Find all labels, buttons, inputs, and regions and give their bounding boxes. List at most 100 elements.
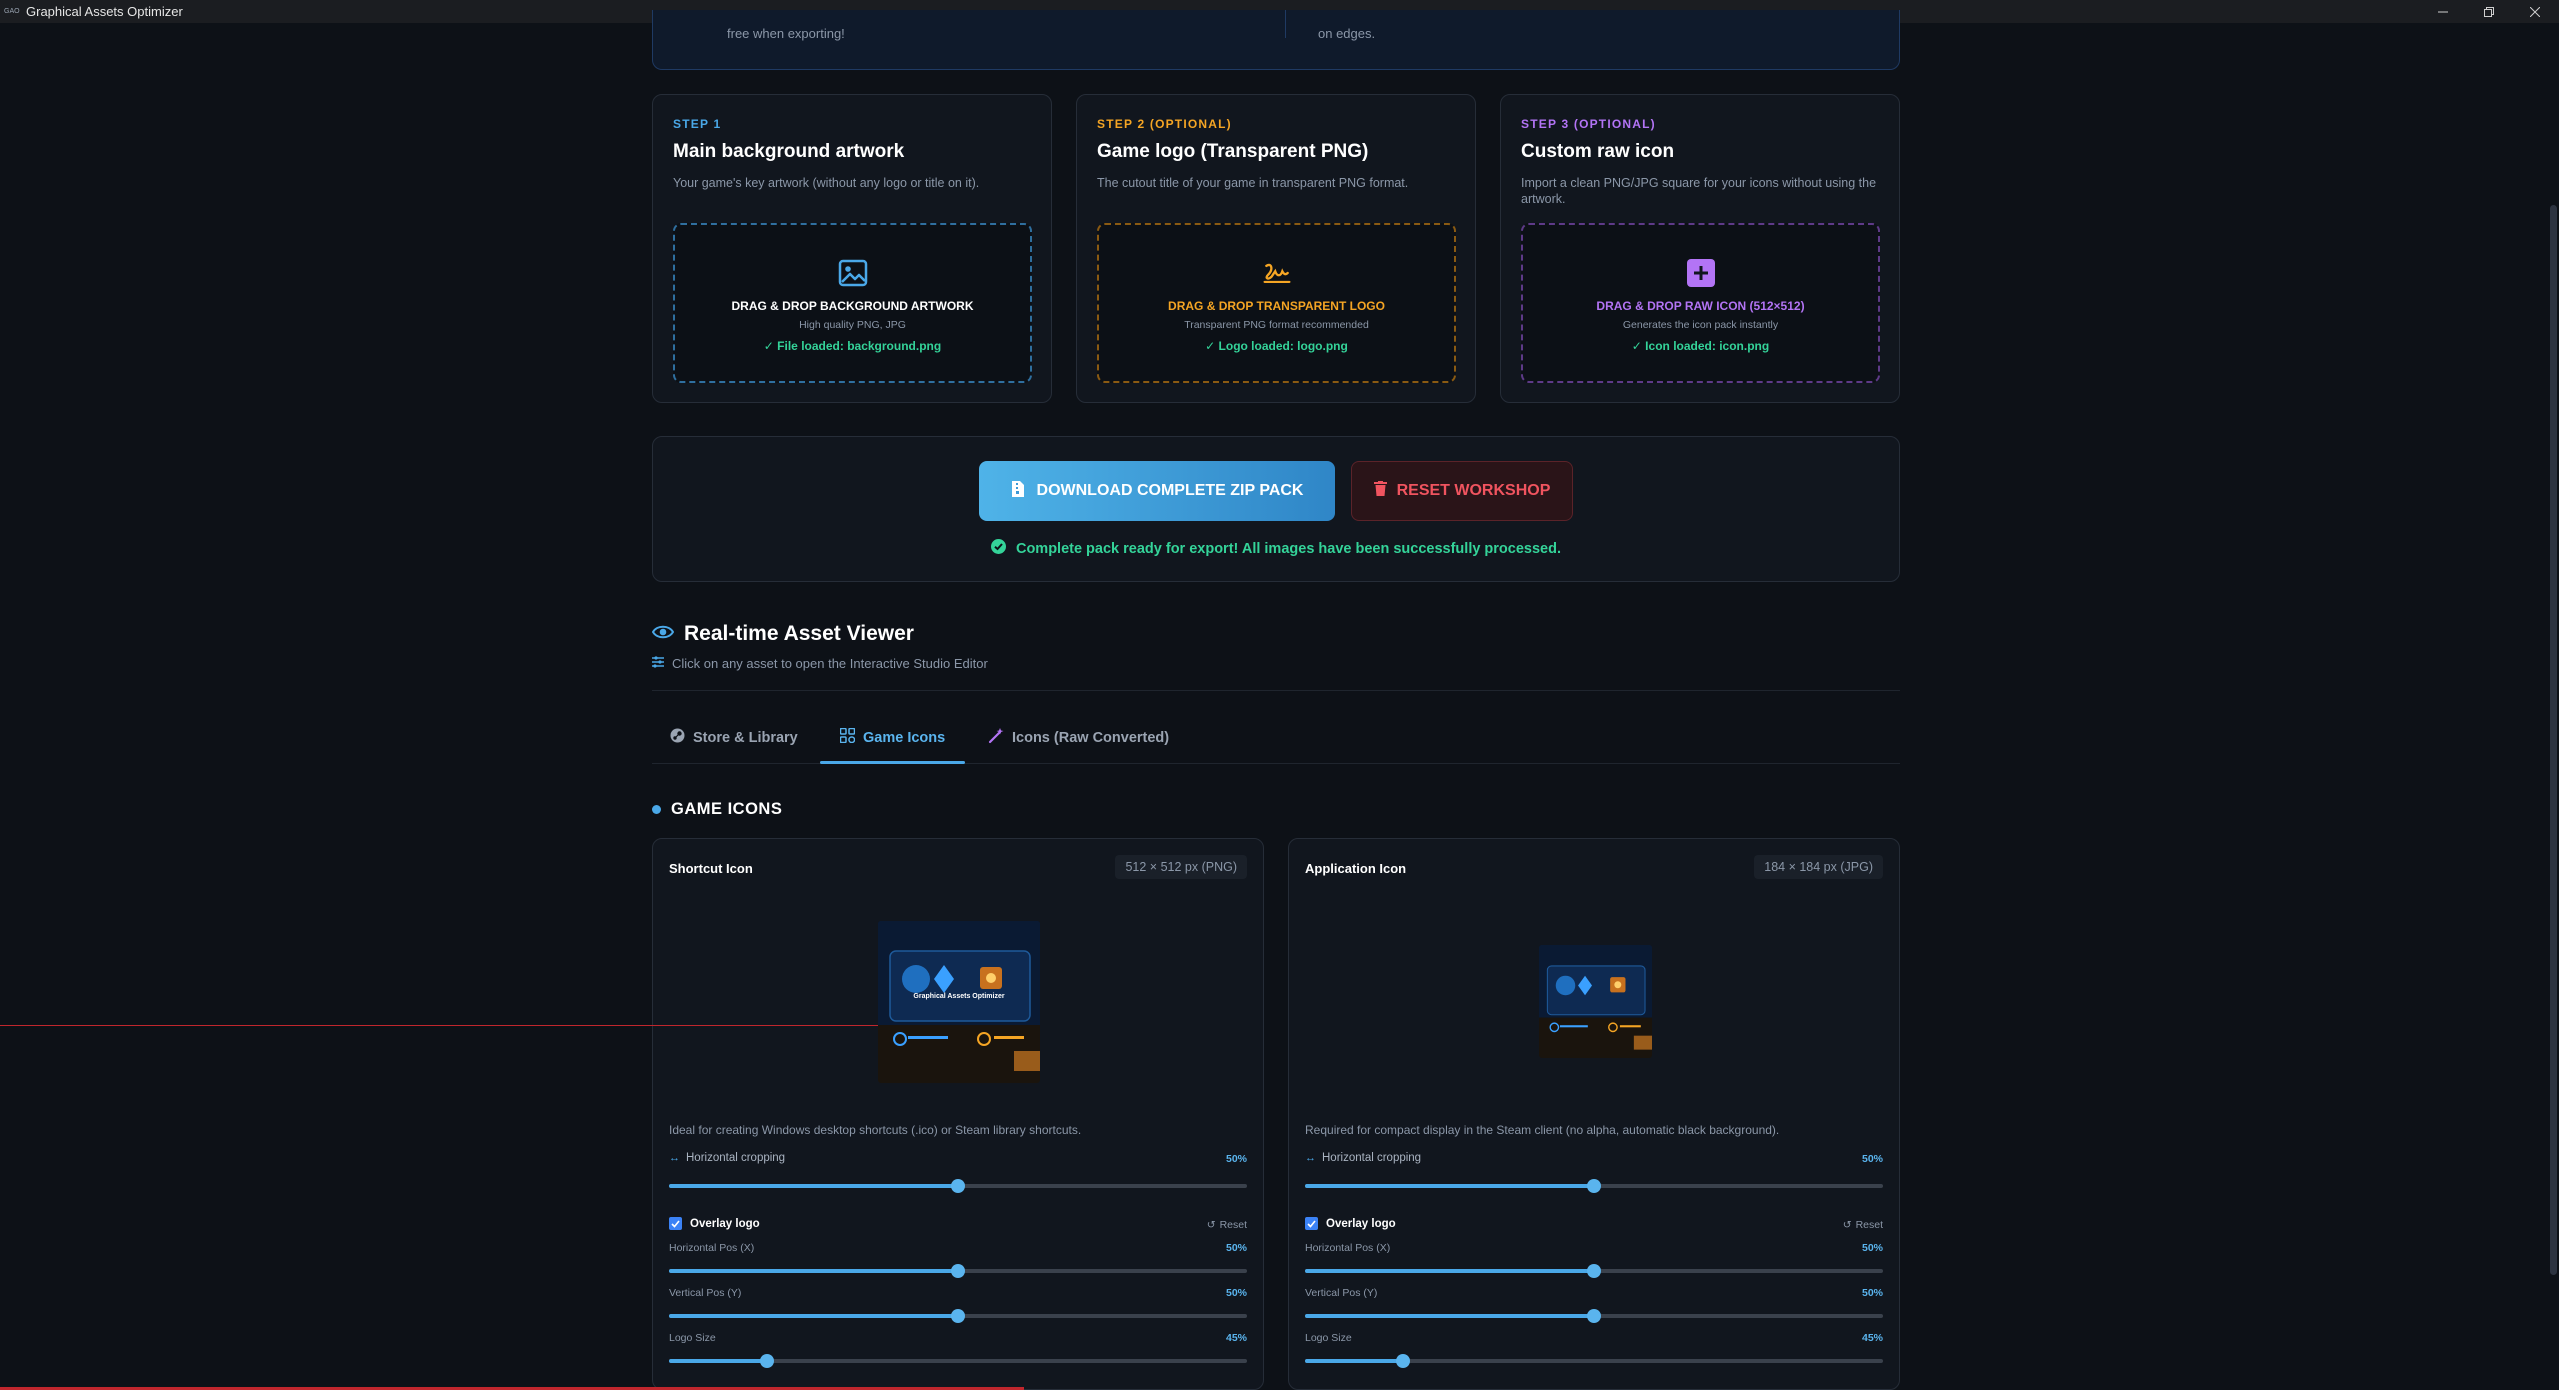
export-ready-message: Complete pack ready for export! All imag…	[653, 539, 1899, 558]
pos-y-slider[interactable]	[1305, 1309, 1883, 1323]
hcrop-label: Horizontal cropping	[1322, 1152, 1422, 1164]
reset-label: RESET WORKSHOP	[1396, 482, 1551, 499]
slider-thumb[interactable]	[951, 1264, 965, 1278]
slider-thumb[interactable]	[1587, 1309, 1601, 1323]
hcrop-slider[interactable]	[669, 1179, 1247, 1193]
hcrop-value: 50%	[1861, 1153, 1883, 1165]
tab-icons-raw-converted[interactable]: Icons (Raw Converted)	[988, 728, 1169, 748]
step-description: The cutout title of your game in transpa…	[1097, 176, 1409, 190]
application-icon-card[interactable]: Application Icon 184 × 184 px (JPG) Requ…	[1288, 838, 1900, 1390]
section-title: GAME ICONS	[671, 800, 783, 818]
overlay-logo-toggle[interactable]: Overlay logo	[1305, 1217, 1396, 1230]
undo-icon: ↺	[1206, 1219, 1216, 1231]
viewer-subtitle-row: Click on any asset to open the Interacti…	[652, 656, 988, 671]
plus-square-icon	[1685, 257, 1717, 289]
info-divider	[1285, 10, 1286, 38]
slider-thumb[interactable]	[760, 1354, 775, 1368]
pos-y-slider[interactable]	[669, 1309, 1247, 1323]
undo-icon: ↺	[1842, 1219, 1852, 1231]
size-badge: 184 × 184 px (JPG)	[1754, 855, 1883, 879]
preview-logo-caption: Graphical Assets Optimizer	[913, 993, 1005, 1000]
export-panel: DOWNLOAD COMPLETE ZIP PACK RESET WORKSHO…	[652, 436, 1900, 582]
dropzone-status: ✓ File loaded: background.png	[763, 339, 942, 353]
shortcut-icon-preview[interactable]: Graphical Assets Optimizer	[878, 921, 1040, 1083]
hcrop-slider[interactable]	[1305, 1179, 1883, 1193]
signature-icon	[1261, 257, 1293, 289]
close-icon[interactable]	[2512, 0, 2558, 23]
logo-size-slider[interactable]	[1305, 1354, 1883, 1368]
asset-tabs: Store & Library Game Icons Icons (Raw Co…	[652, 710, 1900, 764]
card-title: Application Icon	[1305, 861, 1407, 876]
dropzone-title: DRAG & DROP TRANSPARENT LOGO	[1168, 299, 1385, 313]
tab-store-library[interactable]: Store & Library	[670, 728, 798, 747]
divider	[652, 690, 1900, 691]
pos-y-label: Vertical Pos (Y)	[669, 1287, 742, 1299]
dropzone-raw-icon[interactable]: DRAG & DROP RAW ICON (512×512) Generates…	[1521, 223, 1880, 383]
dropzone-status: ✓ Icon loaded: icon.png	[1631, 339, 1770, 353]
trash-icon	[1373, 481, 1387, 501]
image-icon	[837, 257, 869, 289]
overlay-logo-checkbox[interactable]	[669, 1217, 682, 1230]
dropzone-status: ✓ Logo loaded: logo.png	[1205, 339, 1348, 353]
tab-game-icons[interactable]: Game Icons	[839, 727, 946, 747]
overlay-logo-toggle[interactable]: Overlay logo	[669, 1217, 760, 1230]
dropzone-background-artwork[interactable]: DRAG & DROP BACKGROUND ARTWORK High qual…	[673, 223, 1032, 383]
reset-overlay-button[interactable]: ↺ Reset	[1207, 1219, 1247, 1231]
tab-label: Game Icons	[863, 729, 946, 746]
download-zip-button[interactable]: DOWNLOAD COMPLETE ZIP PACK	[979, 461, 1335, 521]
card-title: Shortcut Icon	[669, 861, 753, 876]
eye-icon	[651, 624, 675, 645]
dropzone-title: DRAG & DROP RAW ICON (512×512)	[1596, 299, 1805, 313]
reset-label: Reset	[1219, 1219, 1247, 1231]
slider-thumb[interactable]	[1587, 1264, 1601, 1278]
viewer-title: Real-time Asset Viewer	[684, 622, 914, 645]
slider-thumb[interactable]	[951, 1309, 965, 1323]
logo-size-value: 45%	[1225, 1332, 1247, 1344]
dropzone-transparent-logo[interactable]: DRAG & DROP TRANSPARENT LOGO Transparent…	[1097, 223, 1456, 383]
reset-overlay-button[interactable]: ↺ Reset	[1843, 1219, 1883, 1231]
card-description: Ideal for creating Windows desktop short…	[669, 1123, 1082, 1137]
pos-y-label: Vertical Pos (Y)	[1305, 1287, 1378, 1299]
apps-icon	[839, 727, 856, 747]
slider-thumb[interactable]	[951, 1179, 965, 1193]
step-label: STEP 3 (OPTIONAL)	[1521, 117, 1656, 131]
overlay-logo-checkbox[interactable]	[1305, 1217, 1318, 1230]
reset-workshop-button[interactable]: RESET WORKSHOP	[1351, 461, 1573, 521]
dropzone-title: DRAG & DROP BACKGROUND ARTWORK	[731, 299, 974, 313]
logo-size-label: Logo Size	[1305, 1332, 1352, 1344]
scrollbar-thumb[interactable]	[2550, 205, 2557, 1275]
pos-x-value: 50%	[1861, 1242, 1883, 1254]
arrows-horizontal-icon: ↔	[669, 1152, 680, 1164]
app-icon: GAO	[4, 8, 20, 15]
pos-x-slider[interactable]	[1305, 1264, 1883, 1278]
step-description: Your game's key artwork (without any log…	[673, 176, 980, 190]
steam-icon	[670, 728, 685, 747]
pos-x-label: Horizontal Pos (X)	[1305, 1242, 1391, 1254]
overlay-logo-label: Overlay logo	[1326, 1217, 1396, 1230]
active-tab-indicator	[820, 761, 965, 764]
magic-wand-icon	[988, 728, 1004, 748]
viewer-subtitle: Click on any asset to open the Interacti…	[672, 656, 988, 671]
application-icon-preview[interactable]	[1539, 945, 1652, 1058]
overlay-logo-label: Overlay logo	[690, 1217, 760, 1230]
step-label: STEP 2 (OPTIONAL)	[1097, 117, 1232, 131]
step-title: Main background artwork	[673, 141, 905, 162]
slider-thumb[interactable]	[1396, 1354, 1411, 1368]
step-card-logo: STEP 2 (OPTIONAL) Game logo (Transparent…	[1076, 94, 1476, 403]
sliders-icon	[652, 656, 664, 671]
slider-thumb[interactable]	[1587, 1179, 1601, 1193]
shortcut-icon-card[interactable]: Shortcut Icon 512 × 512 px (PNG) Graphic…	[652, 838, 1264, 1390]
tab-label: Store & Library	[693, 729, 798, 746]
viewer-heading: Real-time Asset Viewer	[651, 622, 914, 646]
dropzone-subtitle: High quality PNG, JPG	[799, 319, 906, 331]
logo-size-slider[interactable]	[669, 1354, 1247, 1368]
restore-icon[interactable]	[2466, 0, 2512, 23]
info-text-right: on edges.	[1318, 26, 1376, 41]
check-circle-icon	[990, 539, 1006, 558]
pos-x-slider[interactable]	[669, 1264, 1247, 1278]
window-title: Graphical Assets Optimizer	[26, 4, 183, 19]
step-card-background: STEP 1 Main background artwork Your game…	[652, 94, 1052, 403]
hcrop-label-row: ↔ Horizontal cropping	[669, 1152, 785, 1164]
minimize-icon[interactable]	[2420, 0, 2466, 23]
hcrop-label-row: ↔ Horizontal cropping	[1305, 1152, 1421, 1164]
